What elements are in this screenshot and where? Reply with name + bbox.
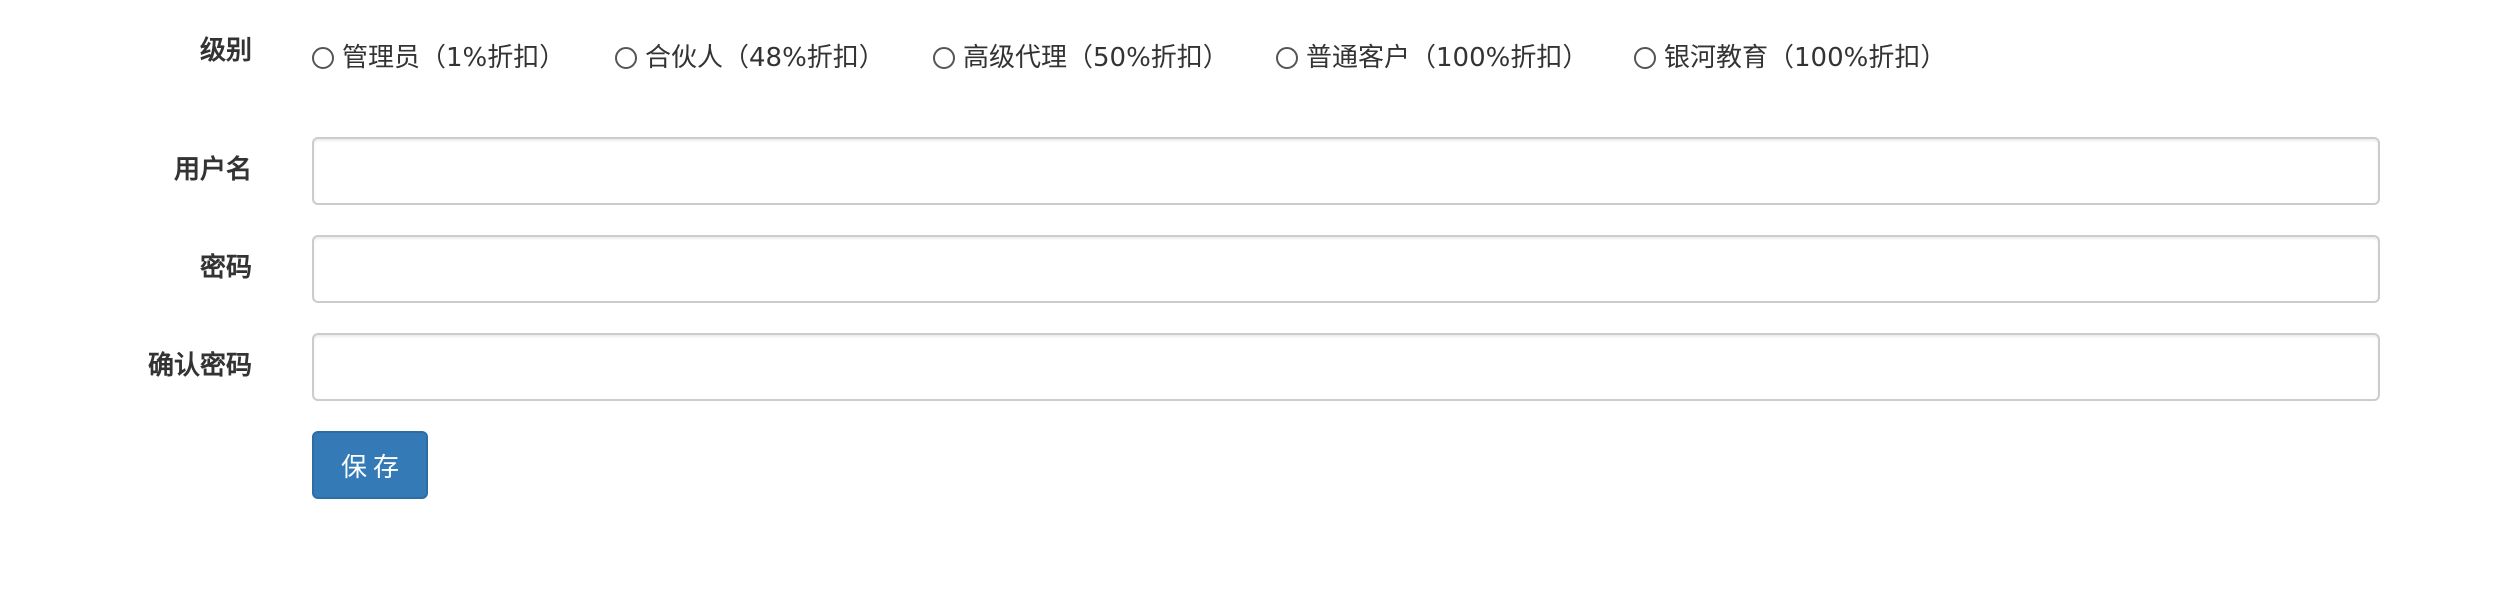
level-radio-partner[interactable]: 合伙人（48%折扣） <box>615 28 885 88</box>
level-label: 级别 <box>199 36 252 66</box>
save-button[interactable]: 保存 <box>312 431 428 499</box>
radio-circle-icon[interactable] <box>615 47 637 69</box>
confirm-password-input[interactable] <box>312 333 2380 401</box>
level-radio-galaxy-education[interactable]: 银河教育（100%折扣） <box>1634 28 1946 88</box>
radio-circle-icon[interactable] <box>933 47 955 69</box>
level-option-label: 高级代理（50%折扣） <box>963 43 1229 73</box>
username-label: 用户名 <box>173 155 252 185</box>
level-row: 级别 管理员（1%折扣） 合伙人（48%折扣） 高级代理（50%折扣） 普通客户… <box>0 0 2506 90</box>
level-option-label: 银河教育（100%折扣） <box>1664 43 1947 73</box>
confirm-password-row: 确认密码 <box>0 333 2506 401</box>
username-input[interactable] <box>312 137 2380 205</box>
level-option-label: 合伙人（48%折扣） <box>645 43 885 73</box>
radio-circle-icon[interactable] <box>1276 47 1298 69</box>
user-form: 级别 管理员（1%折扣） 合伙人（48%折扣） 高级代理（50%折扣） 普通客户… <box>0 0 2506 610</box>
password-input[interactable] <box>312 235 2380 303</box>
level-radio-regular-customer[interactable]: 普通客户（100%折扣） <box>1276 28 1588 88</box>
level-option-label: 普通客户（100%折扣） <box>1306 43 1589 73</box>
level-radio-group: 管理员（1%折扣） 合伙人（48%折扣） 高级代理（50%折扣） 普通客户（10… <box>312 28 2212 88</box>
level-option-label: 管理员（1%折扣） <box>342 43 566 73</box>
password-label: 密码 <box>199 253 252 283</box>
radio-circle-icon[interactable] <box>312 47 334 69</box>
level-radio-admin[interactable]: 管理员（1%折扣） <box>312 28 565 88</box>
radio-circle-icon[interactable] <box>1634 47 1656 69</box>
level-radio-senior-agent[interactable]: 高级代理（50%折扣） <box>933 28 1229 88</box>
confirm-password-label: 确认密码 <box>147 351 252 381</box>
password-row: 密码 <box>0 235 2506 303</box>
username-row: 用户名 <box>0 137 2506 205</box>
